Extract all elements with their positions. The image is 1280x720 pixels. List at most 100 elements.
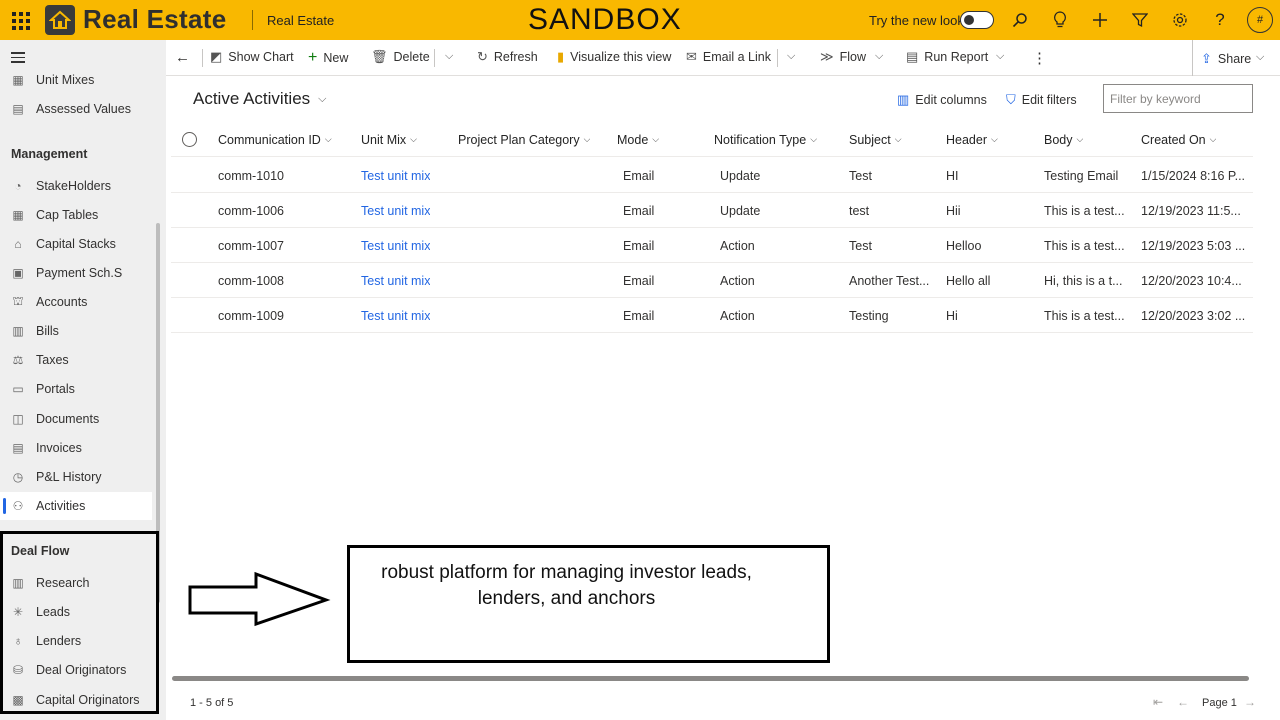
edit-columns-button[interactable]: ▥ Edit columns: [897, 92, 987, 108]
sidebar-item-portals[interactable]: ▭ Portals: [0, 375, 152, 403]
cell-created-on: 12/19/2023 5:03 ...: [1141, 238, 1246, 253]
help-icon[interactable]: ?: [1210, 10, 1230, 30]
delete-button[interactable]: 🗑 Delete: [371, 49, 430, 65]
activities-icon: ⚇: [12, 499, 24, 513]
lightbulb-icon[interactable]: [1050, 10, 1070, 30]
sidebar-item-documents[interactable]: ◫ Documents: [0, 405, 152, 433]
callout-arrow: [188, 571, 331, 627]
sidebar-item-cap-tables[interactable]: ▦ Cap Tables: [0, 201, 152, 229]
email-link-button[interactable]: ✉ Email a Link: [686, 49, 771, 65]
first-page-icon[interactable]: ⇤: [1153, 695, 1163, 709]
refresh-label: Refresh: [493, 50, 538, 64]
show-chart-button[interactable]: ◩ Show Chart: [210, 49, 294, 65]
flow-button[interactable]: ≫ Flow: [820, 49, 866, 65]
avatar[interactable]: #: [1247, 7, 1273, 33]
column-header[interactable]: Body ⌵: [1044, 122, 1083, 157]
hamburger-menu-icon[interactable]: [11, 52, 25, 63]
next-page-icon[interactable]: →: [1244, 695, 1256, 709]
report-icon: ▤: [906, 49, 919, 64]
cell-unit-mix-link[interactable]: Test unit mix: [361, 193, 430, 228]
portal-icon: ▭: [12, 382, 24, 396]
sidebar-item-capital-stacks[interactable]: ⌂ Capital Stacks: [0, 230, 152, 258]
sidebar-item-unit-mixes[interactable]: ▦ Unit Mixes: [0, 66, 152, 94]
select-all-radio[interactable]: [182, 132, 197, 147]
column-header[interactable]: Unit Mix ⌵: [361, 122, 417, 157]
sidebar-item-invoices[interactable]: ▤ Invoices: [0, 434, 152, 462]
visualize-button[interactable]: ▮ Visualize this view: [557, 49, 671, 65]
cell-unit-mix-link[interactable]: Test unit mix: [361, 298, 430, 333]
chevron-down-icon[interactable]: ⌵: [875, 50, 883, 63]
cell-communication-id: comm-1009: [218, 308, 284, 323]
app-name[interactable]: Real Estate: [267, 13, 334, 28]
plus-icon[interactable]: [1090, 10, 1110, 30]
cell-unit-mix-link[interactable]: Test unit mix: [361, 228, 430, 263]
chevron-down-icon[interactable]: ⌵: [996, 50, 1004, 63]
filter-icon[interactable]: [1130, 10, 1150, 30]
new-look-toggle[interactable]: [960, 11, 994, 29]
column-header[interactable]: Notification Type ⌵: [714, 122, 817, 157]
search-icon[interactable]: [1010, 10, 1030, 30]
house-logo-icon: [45, 5, 75, 35]
cell-notification-type: Update: [720, 203, 761, 218]
app-launcher-icon[interactable]: [10, 10, 30, 30]
column-header[interactable]: Project Plan Category ⌵: [458, 122, 590, 157]
table-icon: ▦: [12, 73, 24, 87]
sidebar-item-label: Unit Mixes: [36, 73, 95, 87]
chevron-down-icon[interactable]: ⌵: [445, 50, 453, 63]
column-header[interactable]: Header ⌵: [946, 122, 998, 157]
flow-icon: ≫: [820, 49, 834, 64]
grid-header-row: Communication ID ⌵ Unit Mix ⌵ Project Plan…: [171, 122, 1253, 157]
cell-unit-mix-link[interactable]: Test unit mix: [361, 263, 430, 298]
view-selector[interactable]: Active Activities ⌵: [193, 89, 327, 109]
column-header-label: Unit Mix: [361, 132, 407, 147]
table-row[interactable]: comm-1007 Test unit mix Email Action Tes…: [171, 228, 1253, 263]
sidebar-item-accounts[interactable]: ⛫ Accounts: [0, 288, 152, 316]
new-button[interactable]: + New: [308, 49, 348, 67]
sidebar-item-activities[interactable]: ⚇ Activities: [0, 492, 152, 520]
horizontal-scrollbar[interactable]: [172, 676, 1249, 681]
column-header-label: Project Plan Category: [458, 132, 580, 147]
table-row[interactable]: comm-1010 Test unit mix Email Update Tes…: [171, 158, 1253, 193]
chevron-down-icon[interactable]: ⌵: [1256, 51, 1264, 64]
column-header[interactable]: Created On ⌵: [1141, 122, 1216, 157]
show-chart-label: Show Chart: [228, 50, 294, 64]
visualize-label: Visualize this view: [570, 50, 672, 64]
column-header[interactable]: Communication ID ⌵: [218, 122, 332, 157]
previous-page-icon[interactable]: ←: [1177, 695, 1189, 709]
sidebar-item-label: Assessed Values: [36, 102, 131, 116]
cell-unit-mix-link[interactable]: Test unit mix: [361, 158, 430, 193]
filter-keyword-input[interactable]: [1103, 84, 1253, 113]
chevron-down-icon: ⌵: [652, 134, 660, 144]
table-row[interactable]: comm-1008 Test unit mix Email Action Ano…: [171, 263, 1253, 298]
run-report-button[interactable]: ▤ Run Report: [906, 49, 988, 65]
column-header-label: Mode: [617, 132, 649, 147]
sidebar-item-pl-history[interactable]: ◷ P&L History: [0, 463, 152, 491]
sidebar-item-stakeholders[interactable]: ◔ StakeHolders: [0, 172, 152, 200]
cell-body: This is a test...: [1044, 238, 1125, 253]
column-header[interactable]: Mode ⌵: [617, 122, 659, 157]
sidebar-item-label: Portals: [36, 382, 75, 396]
sidebar-item-bills[interactable]: ▥ Bills: [0, 317, 152, 345]
edit-filters-button[interactable]: ⛉ Edit filters: [1006, 92, 1077, 108]
gear-icon[interactable]: [1170, 10, 1190, 30]
refresh-button[interactable]: ↻ Refresh: [477, 49, 538, 65]
share-button[interactable]: ⇪ Share: [1201, 51, 1251, 67]
chevron-down-icon[interactable]: ⌵: [787, 50, 795, 63]
back-arrow-icon[interactable]: ←: [175, 49, 190, 66]
table-row[interactable]: comm-1006 Test unit mix Email Update tes…: [171, 193, 1253, 228]
command-separator: [202, 49, 203, 67]
calendar-icon: ▣: [12, 266, 24, 280]
sidebar-item-payment-schedules[interactable]: ▣ Payment Sch.S: [0, 259, 152, 287]
more-commands-icon[interactable]: ⋮: [1032, 49, 1047, 67]
flow-label: Flow: [839, 50, 867, 64]
cell-body: Testing Email: [1044, 168, 1119, 183]
page-number: Page 1: [1202, 697, 1237, 709]
deal-flow-highlight-box: [0, 531, 159, 714]
sidebar-item-label: Capital Stacks: [36, 237, 116, 251]
command-separator: [1192, 40, 1193, 76]
table-row[interactable]: comm-1009 Test unit mix Email Action Tes…: [171, 298, 1253, 333]
sidebar-item-taxes[interactable]: ⚖ Taxes: [0, 346, 152, 374]
sidebar-item-label: P&L History: [36, 470, 102, 484]
column-header[interactable]: Subject ⌵: [849, 122, 902, 157]
sidebar-item-assessed-values[interactable]: ▤ Assessed Values: [0, 95, 152, 123]
